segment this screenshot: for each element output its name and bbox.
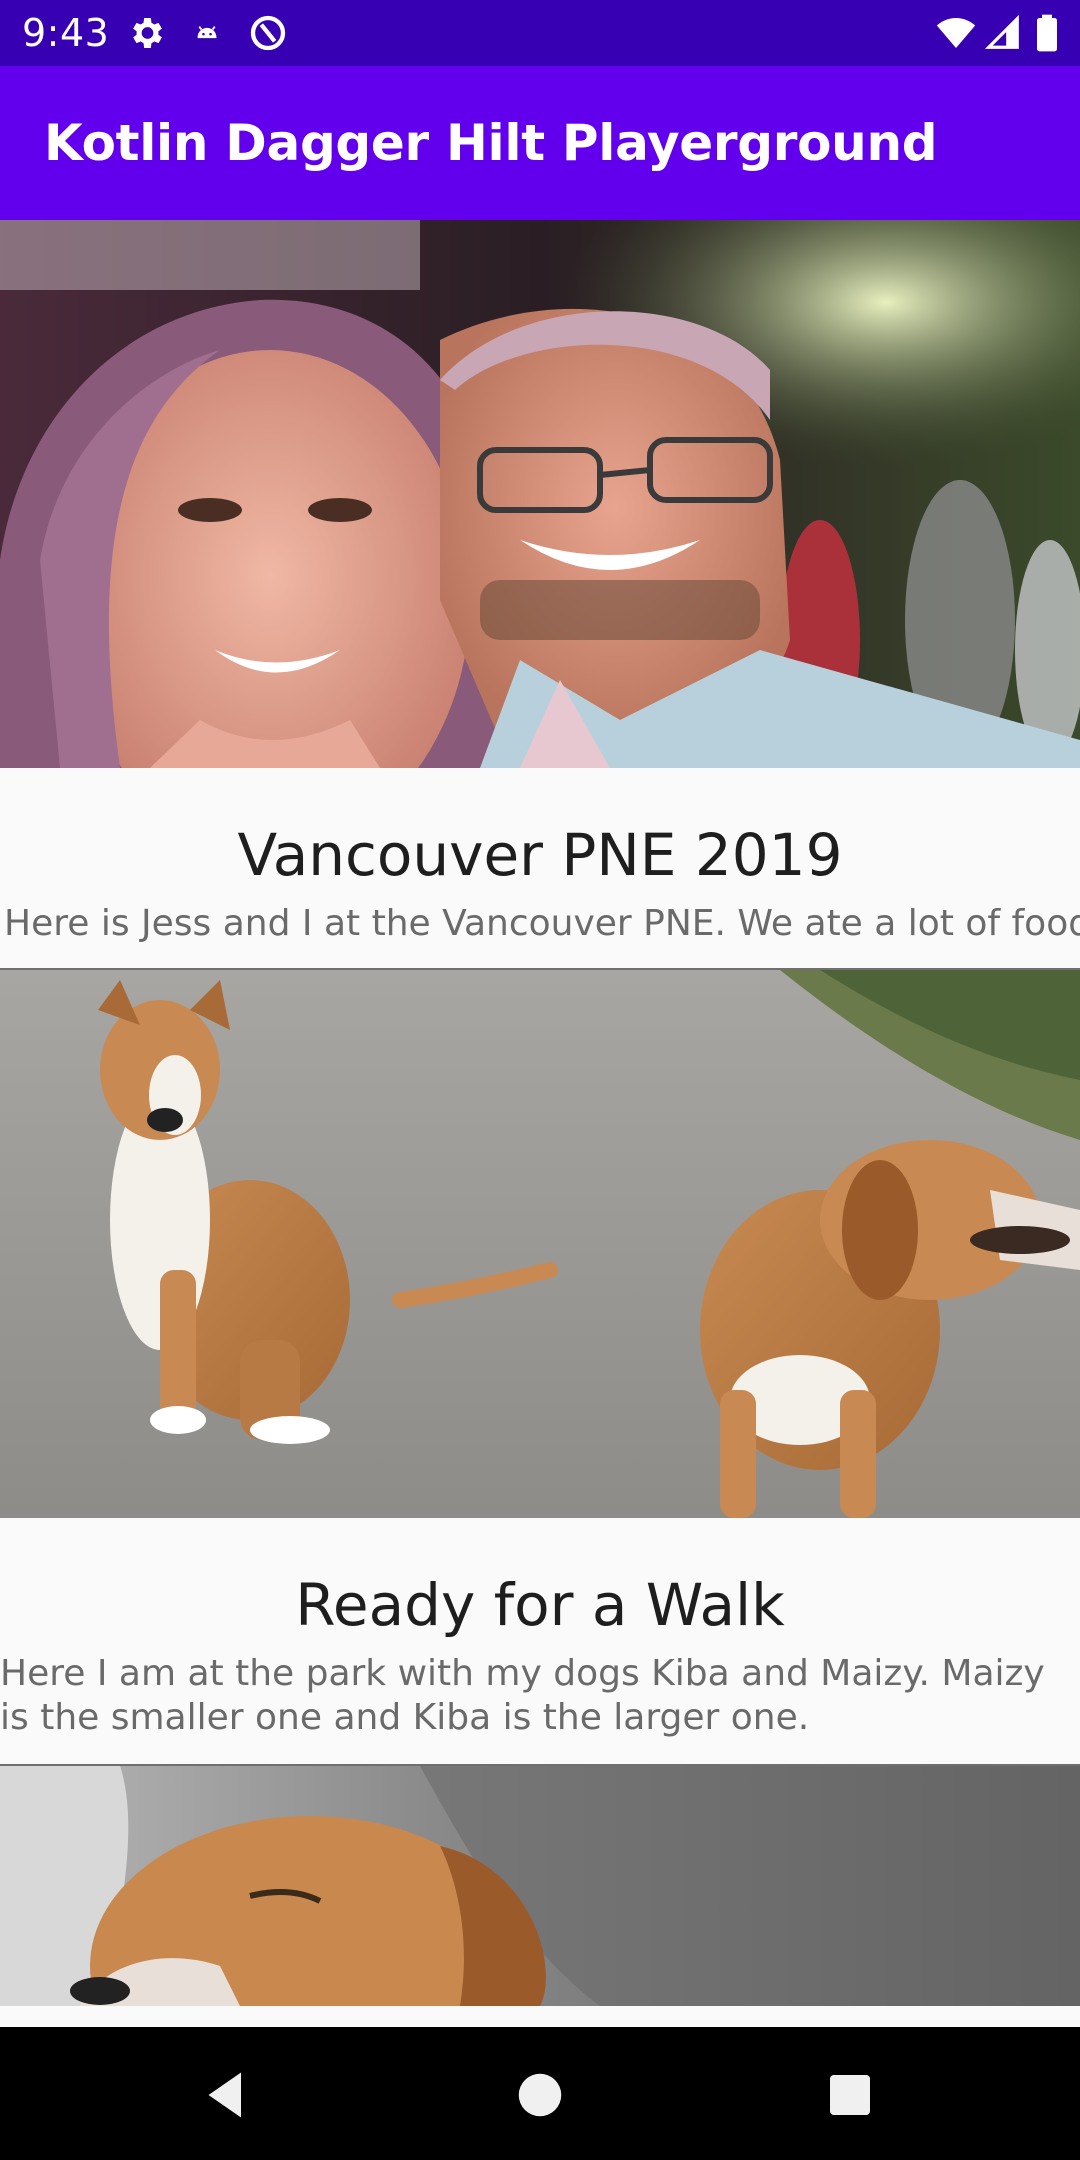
sync-icon [248, 13, 288, 53]
back-icon[interactable] [196, 2065, 256, 2125]
android-debug-icon [190, 13, 224, 53]
post-card[interactable]: Vancouver PNE 2019 Here is Jess and I at… [0, 220, 1080, 970]
post-title: Ready for a Walk [295, 1571, 785, 1639]
post-card[interactable] [0, 1766, 1080, 2006]
post-body: Here I am at the park with my dogs Kiba … [0, 1653, 1045, 1738]
app-title: Kotlin Dagger Hilt Playerground [44, 114, 938, 172]
post-title: Vancouver PNE 2019 [237, 821, 843, 889]
post-card[interactable]: Ready for a Walk Here I am at the park w… [0, 970, 1080, 1766]
battery-icon [1034, 13, 1060, 53]
wifi-icon [934, 13, 978, 53]
recents-icon[interactable] [820, 2065, 880, 2125]
status-bar: 9:43 [0, 0, 1080, 66]
post-list[interactable]: Vancouver PNE 2019 Here is Jess and I at… [0, 220, 1080, 2027]
cellular-signal-icon [984, 13, 1022, 53]
post-photo [0, 1766, 1080, 2006]
post-body: Here is Jess and I at the Vancouver PNE.… [4, 903, 1080, 944]
navigation-bar [0, 2027, 1080, 2160]
app-bar: Kotlin Dagger Hilt Playerground [0, 66, 1080, 220]
status-time: 9:43 [22, 11, 110, 55]
settings-gear-icon [126, 13, 166, 53]
post-photo [0, 220, 1080, 768]
app-screen: 9:43 Kotlin Dagger Hilt Playerground Van… [0, 0, 1080, 2160]
post-photo [0, 970, 1080, 1518]
home-icon[interactable] [510, 2065, 570, 2125]
